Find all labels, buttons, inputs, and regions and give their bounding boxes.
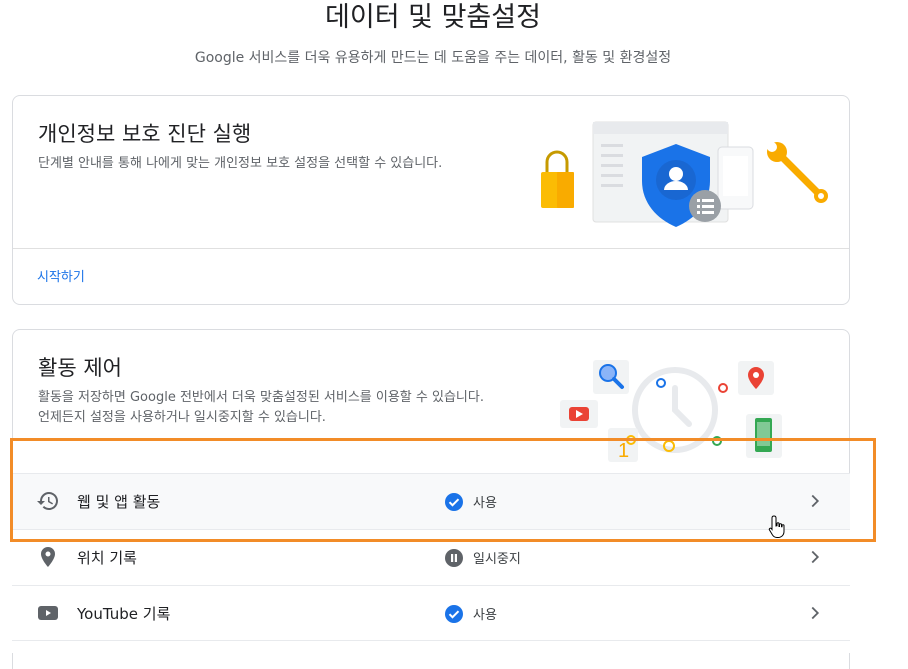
phone-tile-illustration [746,414,782,458]
privacy-checkup-title: 개인정보 보호 진단 실행 [38,122,252,146]
row-label: YouTube 기록 [77,605,171,623]
privacy-checkup-illustration [541,121,828,227]
list-badge-illustration [689,190,721,222]
check-circle-icon [445,493,463,511]
row-label: 위치 기록 [77,549,137,567]
dot-decoration [712,436,722,446]
activity-controls-description: 활동을 저장하면 Google 전반에서 더욱 맞춤설정된 서비스를 이용할 수… [38,390,484,425]
padlock-illustration [541,150,574,208]
map-pin-tile-illustration [738,361,774,395]
row-youtube-history[interactable]: YouTube 기록 사용 [12,585,850,641]
privacy-checkup-footer: 시작하기 [13,248,849,306]
chevron-right-icon [811,550,820,564]
row-web-app-activity[interactable]: 웹 및 앱 활동 사용 [12,473,850,529]
activity-controls-illustration: 1 [560,360,782,462]
youtube-icon [38,606,58,620]
pause-circle-icon [445,549,463,567]
location-pin-icon [41,547,55,567]
counter-tile-illustration: 1 [608,428,638,462]
dot-decoration [656,378,666,388]
chevron-right-icon [811,606,820,620]
dot-decoration [718,383,728,393]
chevron-right-icon [811,494,820,508]
row-divider [12,640,850,653]
row-location-history[interactable]: 위치 기록 일시중지 [12,529,850,585]
row-status: 일시중지 [473,552,521,567]
row-status: 사용 [473,496,497,511]
page-subtitle: Google 서비스를 더욱 유용하게 만드는 데 도움을 주는 데이터, 활동… [194,50,672,66]
search-tile-illustration [593,360,629,394]
history-icon [37,492,58,510]
row-label: 웹 및 앱 활동 [77,493,161,511]
check-circle-icon [445,605,463,623]
history-clock-illustration [632,367,718,453]
privacy-checkup-card: 개인정보 보호 진단 실행 단계별 안내를 통해 나에게 맞는 개인정보 보호 … [12,95,850,305]
hand-pointer-icon [768,515,785,538]
privacy-checkup-description: 단계별 안내를 통해 나에게 맞는 개인정보 보호 설정을 선택할 수 있습니다… [38,156,443,171]
page-title: 데이터 및 맞춤설정 [325,2,541,33]
youtube-tile-illustration [560,400,598,428]
phone-illustration [717,146,754,210]
wrench-illustration [767,142,828,203]
row-status: 사용 [473,608,497,623]
activity-controls-title: 활동 제어 [38,356,122,380]
get-started-link[interactable]: 시작하기 [37,266,85,285]
